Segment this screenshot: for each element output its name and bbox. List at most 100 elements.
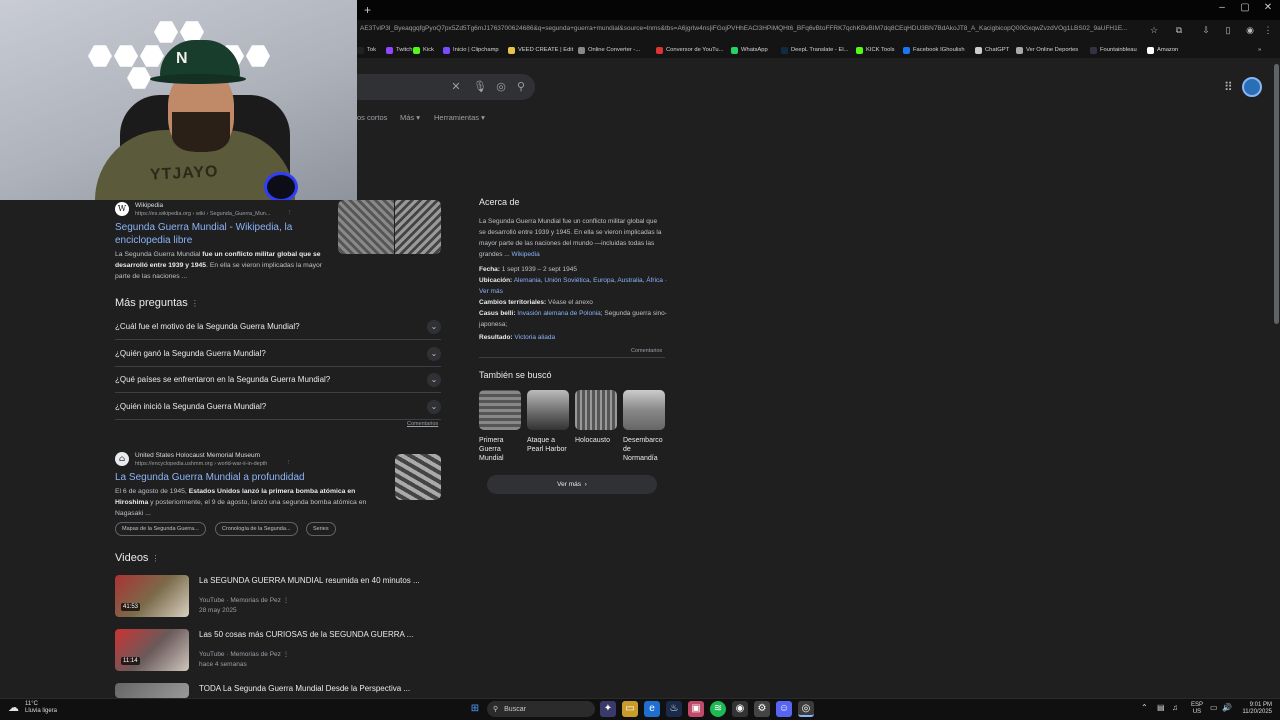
video-title-link[interactable]: Las 50 cosas más CURIOSAS de la SEGUNDA …	[199, 630, 439, 639]
also-searched-image[interactable]	[527, 390, 569, 430]
tray-mic-icon[interactable]: ♫	[1172, 704, 1178, 712]
paa-question[interactable]: ¿Quién ganó la Segunda Guerra Mundial? ⌄	[115, 341, 441, 367]
ver-mas-button[interactable]: Ver más ›	[487, 475, 657, 494]
maximize-button[interactable]: ▢	[1235, 2, 1255, 18]
bookmark-item[interactable]: WhatsApp	[731, 45, 768, 55]
scrollbar-thumb[interactable]	[1274, 64, 1279, 324]
tray-app-icon[interactable]: ▤	[1157, 704, 1165, 712]
taskbar-search[interactable]: ⚲ Buscar	[487, 701, 595, 717]
paa-question[interactable]: ¿Qué países se enfrentaron en la Segunda…	[115, 367, 441, 393]
result-options-icon[interactable]: ⋮	[287, 210, 293, 216]
feedback-link[interactable]: Comentarios	[407, 421, 438, 427]
hex-light-icon	[88, 45, 112, 67]
obs-icon[interactable]: ◉	[732, 701, 748, 717]
bookmark-item[interactable]: Ver Online Deportes	[1016, 45, 1078, 55]
steam-icon[interactable]: ♨	[666, 701, 682, 717]
result-thumbnail[interactable]	[338, 200, 394, 254]
feedback-link[interactable]: Comentarios	[631, 348, 662, 354]
tab-tools[interactable]: Herramientas ▾	[434, 113, 485, 122]
edge-icon[interactable]: e	[644, 701, 660, 717]
video-thumbnail[interactable]	[115, 683, 189, 698]
result-title-link[interactable]: Segunda Guerra Mundial - Wikipedia, la e…	[115, 221, 330, 247]
bookmark-item[interactable]: ChatGPT	[975, 45, 1009, 55]
chrome-icon[interactable]: ◎	[798, 701, 814, 717]
video-title-link[interactable]: La SEGUNDA GUERRA MUNDIAL resumida en 40…	[199, 576, 439, 585]
options-icon[interactable]: ⋮	[283, 597, 290, 604]
bookmark-item[interactable]: Kick	[413, 45, 434, 55]
bookmark-item[interactable]: Amazon	[1147, 45, 1178, 55]
bookmark-item[interactable]: Online Converter -...	[578, 45, 640, 55]
language-indicator[interactable]: ESP US	[1191, 702, 1203, 716]
copilot-icon[interactable]: ✦	[600, 701, 616, 717]
weather-icon[interactable]: ☁	[8, 701, 19, 714]
tray-chevron-up-icon[interactable]: ⌃	[1141, 704, 1148, 712]
minimize-button[interactable]: –	[1212, 2, 1232, 18]
result-url[interactable]: https://encyclopedia.ushmm.org › world-w…	[135, 461, 285, 467]
bookmark-item[interactable]: Tok	[357, 45, 376, 55]
bookmark-item[interactable]: Inicio | Clipchamp	[443, 45, 499, 55]
video-thumbnail[interactable]: 11:14	[115, 629, 189, 671]
search-icon[interactable]: ⚲	[514, 80, 528, 94]
more-bookmarks-icon[interactable]: »	[1258, 45, 1261, 55]
result-title-link[interactable]: La Segunda Guerra Mundial a profundidad	[115, 471, 385, 484]
result-url[interactable]: https://es.wikipedia.org › wiki › Segund…	[135, 211, 290, 217]
also-searched-label[interactable]: Holocausto	[575, 436, 619, 445]
bookmark-item[interactable]: Conversor de YouTu...	[656, 45, 723, 55]
options-icon[interactable]: ⋮	[152, 554, 160, 563]
settings-icon[interactable]: ⚙	[754, 701, 770, 717]
sitelink-chip[interactable]: Cronología de la Segunda...	[215, 522, 298, 536]
discord-icon[interactable]: ☺	[776, 701, 792, 717]
chevron-down-icon: ⌄	[427, 399, 441, 414]
close-window-button[interactable]: ✕	[1258, 2, 1278, 18]
new-tab-button[interactable]: +	[364, 3, 376, 17]
result-options-icon[interactable]: ⋮	[286, 460, 292, 466]
options-icon[interactable]: ⋮	[191, 299, 199, 308]
menu-icon[interactable]: ⋮	[1262, 25, 1274, 37]
also-searched-label[interactable]: Ataque a Pearl Harbor	[527, 436, 571, 454]
windows-start-icon[interactable]: ⊞	[467, 701, 483, 717]
bookmark-item[interactable]: KICK Tools	[856, 45, 895, 55]
sitelink-chip[interactable]: Mapas de la Segunda Guerra...	[115, 522, 206, 536]
video-thumbnail[interactable]: 41:53	[115, 575, 189, 617]
voice-search-icon[interactable]: 🎙	[473, 80, 487, 94]
bookmark-item[interactable]: Facebook IGhoulish	[903, 45, 965, 55]
clock[interactable]: 9:01 PM 11/20/2025	[1238, 702, 1272, 716]
volume-icon[interactable]: 🔊	[1222, 704, 1232, 712]
bookmark-star-icon[interactable]: ☆	[1148, 25, 1160, 37]
spotify-icon[interactable]: ≋	[710, 701, 726, 717]
clear-icon[interactable]: ✕	[449, 80, 463, 94]
bookmark-item[interactable]: Twitch	[386, 45, 412, 55]
bookmark-item[interactable]: DeepL Translate - El...	[781, 45, 848, 55]
app-icon[interactable]: ▣	[688, 701, 704, 717]
video-title-link[interactable]: TODA La Segunda Guerra Mundial Desde la …	[199, 684, 439, 693]
result-thumbnail[interactable]	[395, 200, 441, 254]
kp-source-link[interactable]: Wikipedia	[512, 251, 540, 258]
paa-question[interactable]: ¿Quién inició la Segunda Guerra Mundial?…	[115, 394, 441, 420]
kp-row-cambios: Cambios territoriales: Véase el anexo	[479, 299, 593, 306]
options-icon[interactable]: ⋮	[283, 651, 290, 658]
paa-question[interactable]: ¿Cuál fue el motivo de la Segunda Guerra…	[115, 314, 441, 340]
also-searched-label[interactable]: Desembarco de Normandía	[623, 436, 667, 463]
tab-short-videos[interactable]: os cortos	[357, 113, 387, 122]
also-searched-label[interactable]: Primera Guerra Mundial	[479, 436, 523, 463]
bookmark-item[interactable]: VEED CREATE | Edit	[508, 45, 573, 55]
bookmark-item[interactable]: Fountainbleau	[1090, 45, 1137, 55]
file-explorer-icon[interactable]: ▭	[622, 701, 638, 717]
profile-small-icon[interactable]: ◉	[1244, 25, 1256, 37]
avatar[interactable]	[1242, 77, 1262, 97]
tab-more[interactable]: Más ▾	[400, 113, 420, 122]
download-icon[interactable]: ⇩	[1200, 25, 1212, 37]
also-searched-image[interactable]	[623, 390, 665, 430]
sidebar-icon[interactable]: ▯	[1222, 25, 1234, 37]
bookmark-favicon-icon	[1090, 46, 1097, 54]
sitelink-chip[interactable]: Series	[306, 522, 336, 536]
also-searched-image[interactable]	[479, 390, 521, 430]
network-icon[interactable]: ▭	[1210, 704, 1218, 712]
weather-widget[interactable]: 11°C Lluvia ligera	[25, 701, 57, 715]
lens-icon[interactable]: ◎	[494, 80, 508, 94]
url-input[interactable]: AE3TvlP3l_ByeaqgqfgPyoQ7px5Zd5Tg6mJ17637…	[360, 25, 1140, 37]
result-thumbnail[interactable]	[395, 454, 441, 500]
extensions-icon[interactable]: ⧉	[1173, 25, 1185, 37]
also-searched-image[interactable]	[575, 390, 617, 430]
apps-grid-icon[interactable]: ⠿	[1224, 80, 1236, 94]
